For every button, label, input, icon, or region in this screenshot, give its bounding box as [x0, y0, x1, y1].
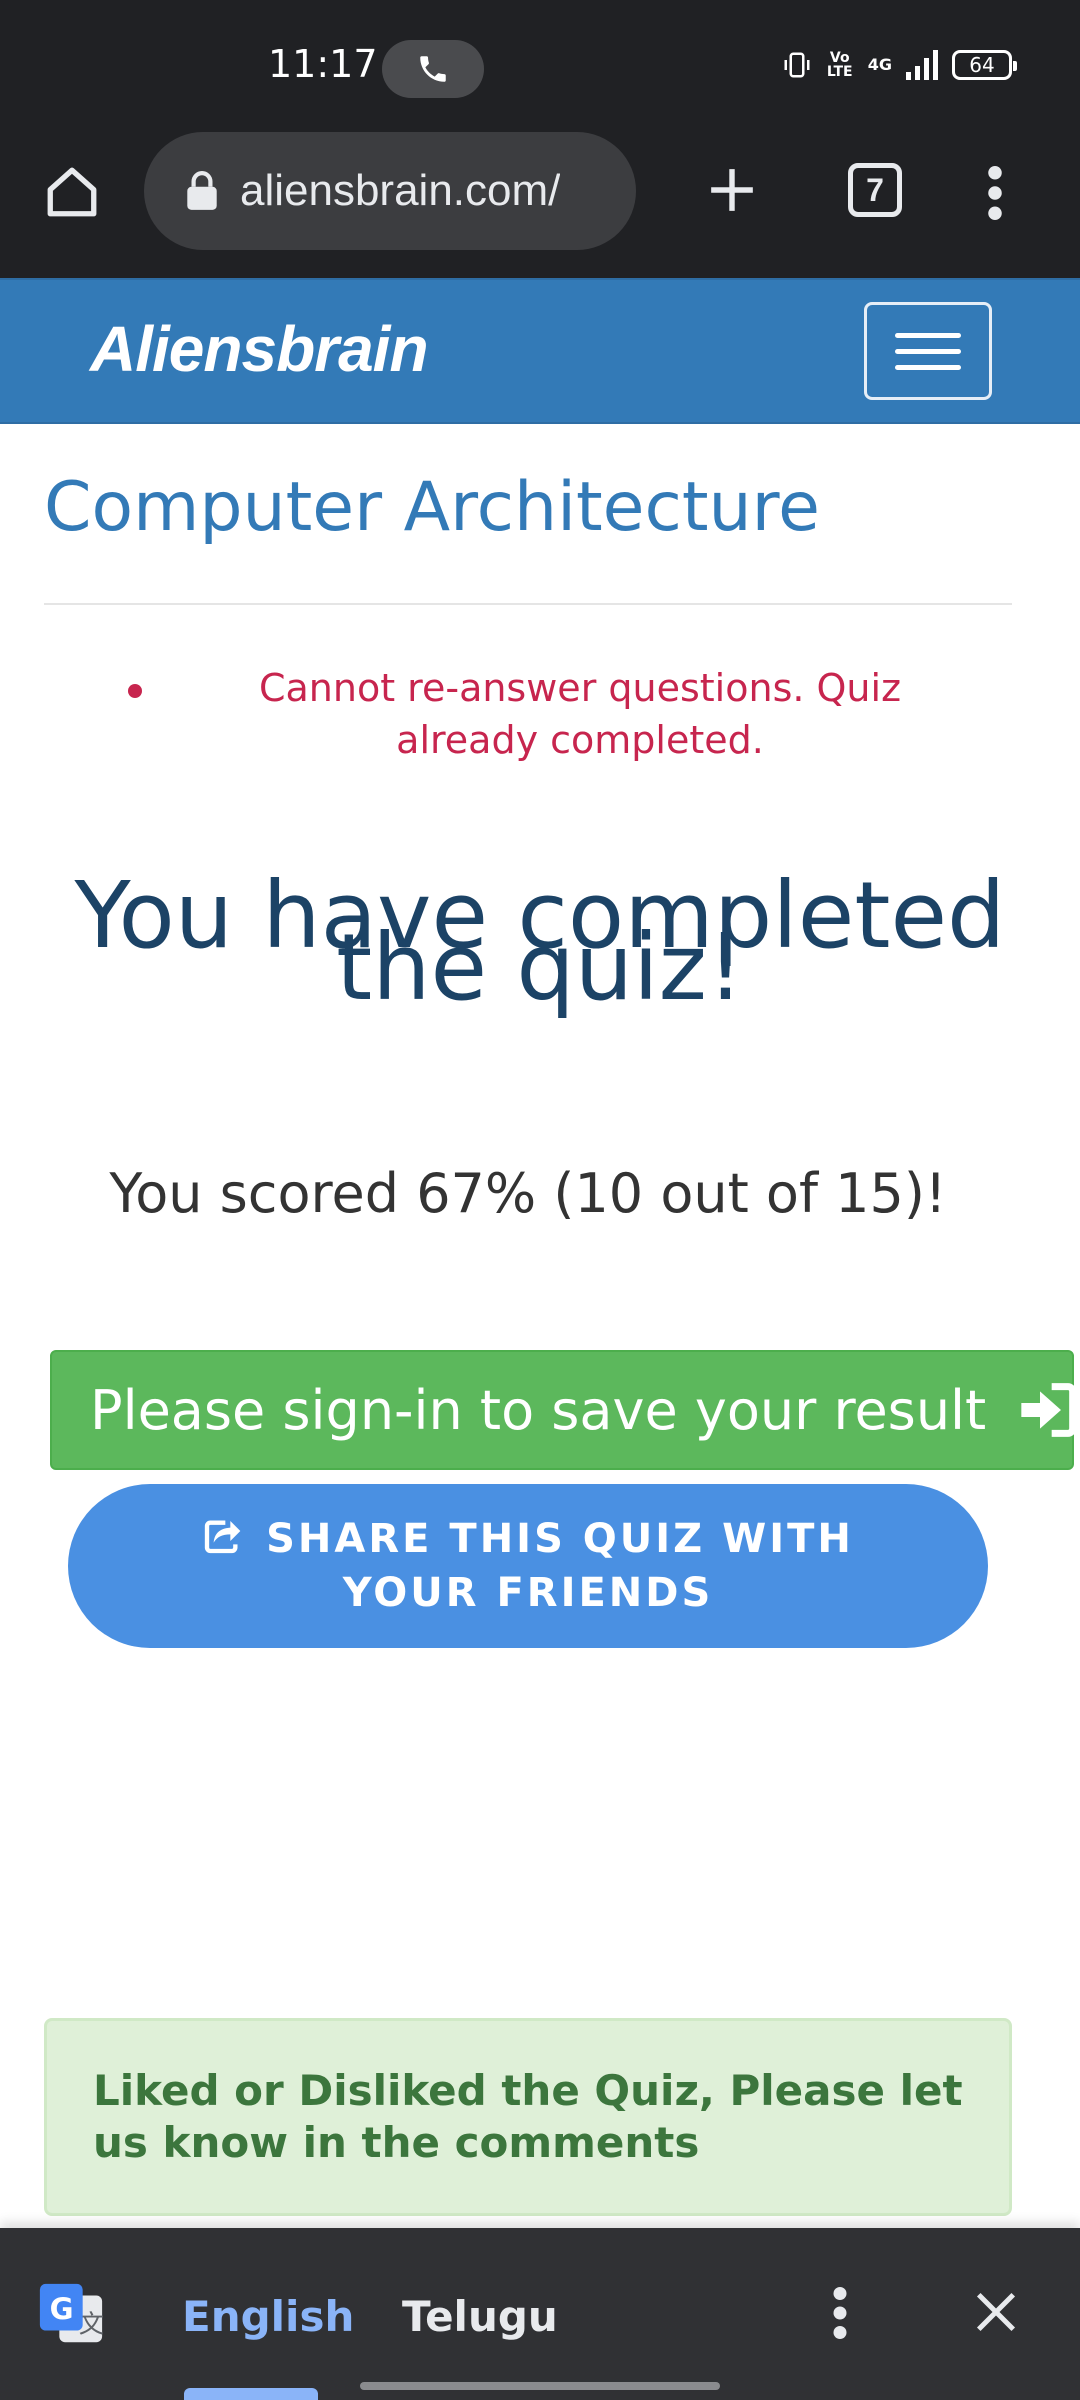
notice-bullet: [128, 684, 142, 698]
more-vert-icon: [833, 2287, 847, 2339]
address-bar[interactable]: aliensbrain.com/: [144, 132, 636, 250]
tab-switcher-button[interactable]: 7: [848, 163, 902, 217]
feedback-text: Liked or Disliked the Quiz, Please let u…: [93, 2066, 963, 2167]
volte-indicator: Vo LTE: [826, 50, 853, 80]
home-icon: [47, 167, 97, 217]
lock-icon[interactable]: [184, 169, 220, 213]
share-label: SHARE THIS QUIZ WITH YOUR FRIENDS: [266, 1516, 854, 1616]
status-bar: 11:17 Vo LTE 4G 64: [0, 0, 1080, 118]
site-navbar: Aliensbrain: [0, 278, 1080, 424]
hamburger-line: [895, 364, 961, 370]
hamburger-icon[interactable]: [864, 302, 992, 400]
share-icon: [204, 1520, 241, 1554]
translate-options-button[interactable]: [820, 2278, 860, 2348]
status-icons: Vo LTE 4G 64: [782, 50, 1017, 80]
title-divider: [44, 603, 1012, 605]
feedback-alert: Liked or Disliked the Quiz, Please let u…: [44, 2018, 1012, 2216]
new-tab-button[interactable]: [700, 158, 764, 222]
url-text[interactable]: aliensbrain.com/: [240, 166, 560, 216]
signin-save-result-button[interactable]: Please sign-in to save your result: [50, 1350, 1077, 1470]
signin-label: Please sign-in to save your result: [90, 1378, 987, 1442]
gesture-navigation-bar[interactable]: [360, 2382, 720, 2390]
close-icon: [976, 2292, 1016, 2332]
phone-icon: [420, 56, 446, 82]
site-brand-logo[interactable]: Aliensbrain: [90, 312, 429, 386]
battery-indicator: 64: [952, 50, 1017, 80]
sign-in-icon: [1016, 1382, 1078, 1438]
svg-text:G: G: [50, 2292, 74, 2326]
plus-icon: [711, 169, 753, 211]
browser-menu-button[interactable]: [970, 158, 1020, 228]
ongoing-call-pill[interactable]: [382, 40, 484, 98]
hamburger-line: [895, 348, 961, 354]
google-translate-icon[interactable]: 文 G: [36, 2280, 106, 2350]
completed-heading: You have completed the quiz!: [74, 862, 1006, 1021]
battery-level: 64: [969, 53, 995, 77]
language-tab-telugu[interactable]: Telugu: [402, 2292, 558, 2341]
vibrate-icon: [784, 52, 810, 78]
notice-text: Cannot re-answer questions. Quiz already…: [258, 666, 902, 762]
translate-close-button[interactable]: [966, 2282, 1026, 2342]
status-time: 11:17: [268, 42, 378, 86]
share-quiz-button[interactable]: SHARE THIS QUIZ WITH YOUR FRIENDS: [68, 1484, 988, 1648]
home-button[interactable]: [40, 160, 104, 224]
language-tab-english[interactable]: English: [182, 2292, 354, 2341]
signal-icon: [906, 50, 938, 80]
page-title: Computer Architecture: [44, 468, 820, 547]
network-type: 4G: [867, 55, 892, 74]
hamburger-line: [895, 332, 961, 338]
translate-bar: 文 G English Telugu: [0, 2228, 1080, 2400]
quiz-notice: Cannot re-answer questions. Quiz already…: [120, 662, 960, 766]
score-text: You scored 67% (10 out of 15)!: [109, 1162, 947, 1225]
browser-toolbar: aliensbrain.com/ 7: [0, 118, 1080, 278]
more-vert-icon: [988, 166, 1002, 220]
active-language-indicator: [184, 2388, 318, 2400]
